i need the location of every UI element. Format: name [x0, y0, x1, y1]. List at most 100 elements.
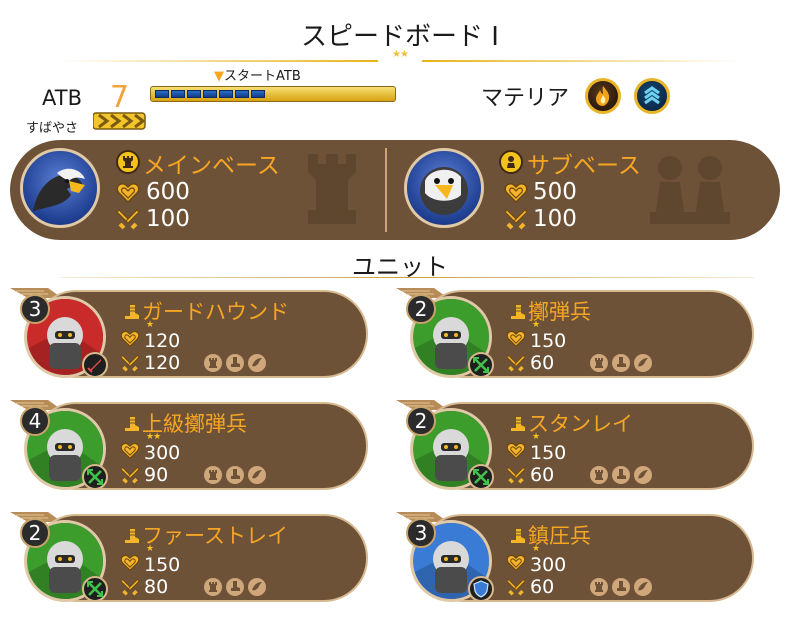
unit-cost-badge: 2	[406, 406, 436, 436]
unit-rank-stars: ★★	[146, 432, 161, 442]
board-rank-stars: ★★	[392, 49, 409, 60]
unit-hp-heart-icon	[120, 330, 140, 348]
unit-card-1[interactable]: 3 ガードハウンド ★ 120 120	[8, 286, 376, 382]
wing-target-icon	[634, 578, 652, 596]
unit-atk-swords-icon	[506, 355, 526, 372]
wing-target-icon	[634, 354, 652, 372]
unit-cost-badge: 2	[20, 518, 50, 548]
unit-card-4[interactable]: 2 スタンレイ ★ 150 60	[394, 398, 762, 494]
rook-target-icon	[204, 466, 222, 484]
unit-atk: 60	[530, 464, 555, 486]
unit-target-icons	[590, 466, 652, 484]
unit-target-icons	[590, 354, 652, 372]
materia-label: マテリア	[481, 86, 570, 111]
boot-target-icon	[612, 466, 630, 484]
unit-cost-badge: 3	[20, 294, 50, 324]
sub-base-portrait	[404, 148, 484, 228]
sub-base-hp: 500	[533, 179, 577, 205]
unit-card-3[interactable]: 4 上級擲弾兵 ★★ 300 90	[8, 398, 376, 494]
start-atb-text: スタートATB	[224, 69, 301, 84]
unit-card-2[interactable]: 2 擲弾兵 ★ 150 60	[394, 286, 762, 382]
unit-hp: 300	[530, 554, 567, 576]
sub-base-name: サブベース	[527, 153, 641, 179]
unit-rank-stars: ★	[532, 544, 540, 554]
boot-icon	[125, 417, 139, 431]
main-base-hp-heart-icon	[116, 183, 140, 204]
unit-target-icons	[590, 578, 652, 596]
boot-icon	[511, 305, 525, 319]
boot-target-icon	[226, 354, 244, 372]
atb-gauge	[150, 86, 396, 102]
atb-label: ATB	[42, 86, 82, 110]
atb-segment	[155, 90, 169, 98]
unit-rank-stars: ★	[532, 432, 540, 442]
main-base-hp: 600	[146, 179, 190, 205]
wing-target-icon	[248, 354, 266, 372]
unit-hp-heart-icon	[120, 554, 140, 572]
main-base-atk-swords-icon	[116, 209, 140, 230]
atb-segment	[235, 90, 249, 98]
boot-target-icon	[612, 578, 630, 596]
main-base-portrait	[20, 148, 100, 228]
main-base-name: メインベース	[143, 153, 280, 179]
units-divider	[60, 277, 754, 278]
unit-card-6[interactable]: 3 鎮圧兵 ★ 300 60	[394, 510, 762, 606]
unit-atk: 120	[144, 352, 181, 374]
wing-target-icon	[248, 578, 266, 596]
rook-target-icon	[204, 354, 222, 372]
unit-cost-badge: 4	[20, 406, 50, 436]
base-divider	[385, 148, 387, 232]
boot-icon	[125, 305, 139, 319]
atb-segment	[171, 90, 185, 98]
unit-hp: 300	[144, 442, 181, 464]
unit-atk-swords-icon	[120, 579, 140, 596]
unit-hp: 150	[144, 554, 181, 576]
atb-value: 7	[110, 80, 130, 115]
unit-hp: 150	[530, 330, 567, 352]
atb-segment	[203, 90, 217, 98]
sub-base-pawns-bg-icon	[650, 156, 730, 224]
fire-materia-icon[interactable]	[585, 78, 621, 114]
boot-icon	[511, 417, 525, 431]
sub-base-atk: 100	[533, 206, 577, 232]
boot-target-icon	[612, 354, 630, 372]
crossed-arrows-role-icon	[82, 464, 108, 490]
unit-hp: 150	[530, 442, 567, 464]
unit-atk-swords-icon	[506, 579, 526, 596]
unit-name: ガードハウンド	[142, 300, 289, 324]
unit-rank-stars: ★	[146, 544, 154, 554]
boot-target-icon	[226, 578, 244, 596]
sub-base-atk-swords-icon	[504, 209, 528, 230]
unit-hp-heart-icon	[506, 554, 526, 572]
shield-role-icon	[468, 576, 494, 602]
unit-atk: 60	[530, 576, 555, 598]
unit-cost-badge: 3	[406, 518, 436, 548]
atb-segment	[219, 90, 233, 98]
board-title: スピードボード I	[301, 22, 499, 52]
rook-target-icon	[590, 466, 608, 484]
wing-target-icon	[248, 466, 266, 484]
crossed-arrows-role-icon	[468, 464, 494, 490]
speed-label: すばやさ	[26, 121, 79, 136]
crossed-arrows-role-icon	[468, 352, 494, 378]
unit-hp-heart-icon	[506, 442, 526, 460]
rook-target-icon	[590, 354, 608, 372]
wind-materia-icon[interactable]	[634, 78, 670, 114]
speed-chevrons-icon	[93, 112, 146, 130]
sub-base-hp-heart-icon	[504, 183, 528, 204]
unit-name: スタンレイ	[528, 412, 633, 436]
wing-target-icon	[634, 466, 652, 484]
unit-card-5[interactable]: 2 ファーストレイ ★ 150 80	[8, 510, 376, 606]
main-base-atk: 100	[146, 206, 190, 232]
atb-segment	[251, 90, 265, 98]
boot-icon	[511, 529, 525, 543]
main-base-rook-bg-icon	[308, 154, 356, 224]
title-divider-left	[60, 60, 378, 62]
boot-target-icon	[226, 466, 244, 484]
unit-hp-heart-icon	[120, 442, 140, 460]
start-atb-label: ▼スタートATB	[214, 65, 301, 84]
unit-rank-stars: ★	[146, 320, 154, 330]
unit-atk-swords-icon	[506, 467, 526, 484]
start-atb-marker-icon: ▼	[214, 69, 224, 84]
atb-segment	[187, 90, 201, 98]
